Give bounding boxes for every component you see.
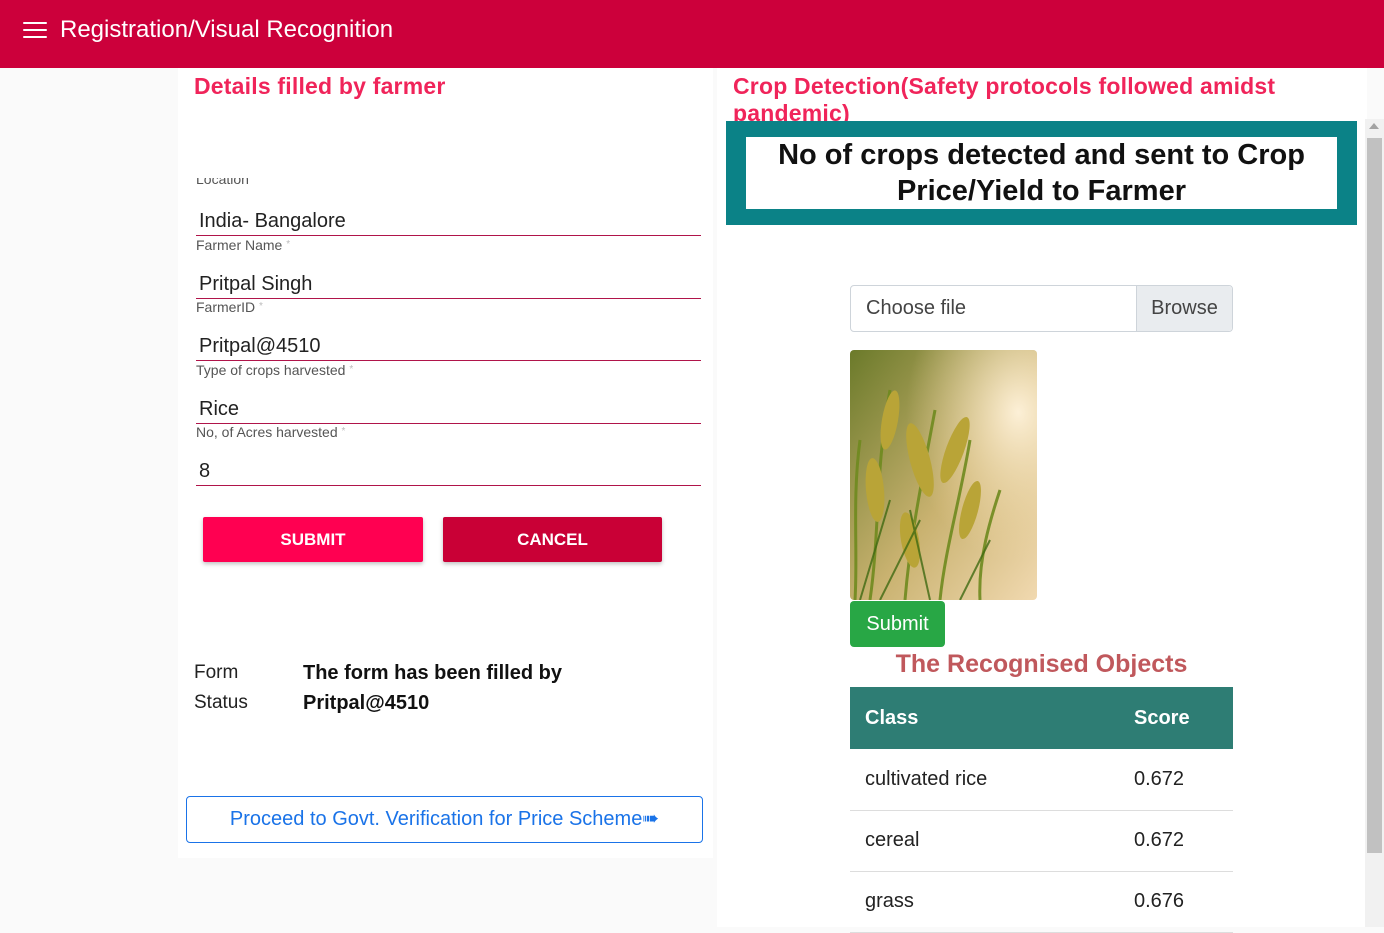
acres-field[interactable]: No, of Acres harvested * 8 [196,424,701,486]
crop-preview-image [850,350,1037,600]
file-placeholder: Choose file [866,297,967,319]
farmer-name-label: Farmer Name * [196,237,291,253]
farmer-name-input[interactable]: Pritpal Singh [196,269,701,299]
results-table: Class Score cultivated rice 0.672 cereal… [850,687,1233,933]
app-title: Registration/Visual Recognition [60,16,394,43]
rice-plant-image-icon [850,350,1037,600]
proceed-verification-button[interactable]: Proceed to Govt. Verification for Price … [186,796,703,843]
table-row: cereal 0.672 [850,810,1233,872]
form-cancel-button[interactable]: CANCEL [443,517,662,562]
location-field[interactable]: India- Bangalore [196,206,701,236]
result-class: cereal [850,810,1119,872]
file-upload-input[interactable]: Choose file Browse [850,285,1233,332]
detection-banner: No of crops detected and sent to Crop Pr… [726,121,1357,225]
location-value[interactable]: India- Bangalore [196,206,701,236]
banner-text: No of crops detected and sent to Crop Pr… [746,137,1337,209]
recognised-objects-title: The Recognised Objects [895,650,1188,678]
result-class: cultivated rice [850,749,1119,811]
table-row: grass 0.676 [850,871,1233,933]
table-header-row: Class Score [850,687,1233,749]
detection-title: Crop Detection(Safety protocols followed… [733,73,1276,126]
crop-type-label: Type of crops harvested * [196,362,354,378]
vertical-scrollbar[interactable] [1365,119,1384,927]
farmer-id-field[interactable]: FarmerID * Pritpal@4510 [196,299,701,361]
hamburger-menu-icon[interactable] [23,22,47,40]
result-score: 0.672 [1119,810,1233,872]
form-submit-button[interactable]: SUBMIT [203,517,423,562]
scroll-up-icon[interactable] [1369,123,1379,129]
result-score: 0.676 [1119,871,1233,933]
acres-label: No, of Acres harvested * [196,424,346,440]
result-class: grass [850,871,1119,933]
acres-input[interactable]: 8 [196,456,701,486]
crop-type-field[interactable]: Type of crops harvested * Rice [196,362,701,424]
table-row: cultivated rice 0.672 [850,749,1233,811]
detect-submit-button[interactable]: Submit [850,601,945,647]
farmer-id-label: FarmerID * [196,299,263,315]
header-class: Class [850,687,1119,749]
location-label: Location [196,178,249,187]
top-app-bar: Registration/Visual Recognition [0,0,1384,68]
browse-button[interactable]: Browse [1136,286,1232,331]
header-score: Score [1119,687,1233,749]
form-status-label-line2: Status [194,692,248,713]
farmer-id-input[interactable]: Pritpal@4510 [196,331,701,361]
form-status-label-line1: Form [194,662,239,683]
result-score: 0.672 [1119,749,1233,811]
scroll-thumb[interactable] [1367,138,1382,853]
form-status-text: The form has been filled by Pritpal@4510 [303,662,562,714]
farmer-name-field[interactable]: Farmer Name * Pritpal Singh [196,237,701,299]
crop-type-input[interactable]: Rice [196,394,701,424]
farmer-form-title: Details filled by farmer [194,73,446,99]
